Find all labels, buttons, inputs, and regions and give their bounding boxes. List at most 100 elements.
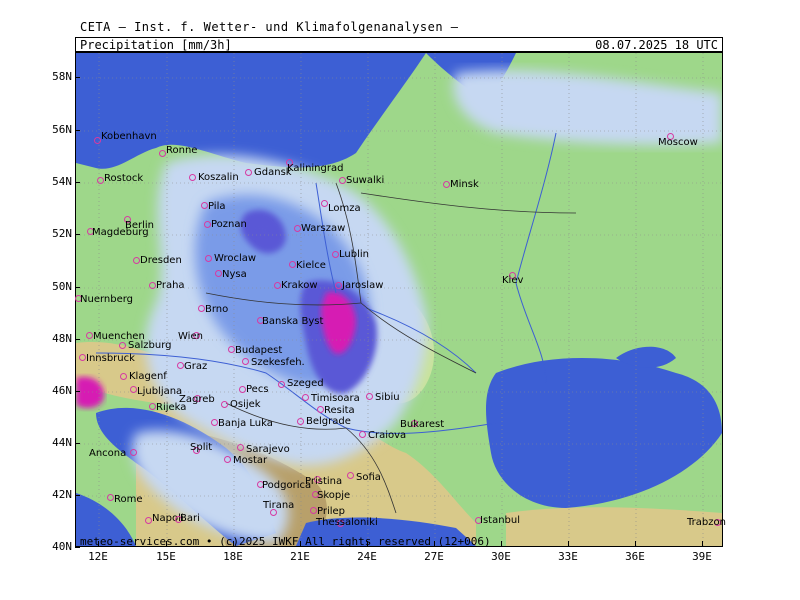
lon-tick bbox=[501, 541, 502, 546]
lon-label: 36E bbox=[625, 550, 645, 563]
city-marker bbox=[130, 386, 137, 393]
city-marker bbox=[107, 494, 114, 501]
city-label: Gdansk bbox=[254, 167, 292, 178]
city-label: Nysa bbox=[222, 269, 247, 280]
city-label: Prilep bbox=[317, 506, 346, 517]
city-label: Pila bbox=[208, 201, 226, 212]
city-marker bbox=[359, 431, 366, 438]
city-label: Wien bbox=[178, 331, 203, 342]
city-marker bbox=[239, 386, 246, 393]
city-label: Banja Luka bbox=[218, 418, 273, 429]
city-label: Salzburg bbox=[128, 340, 172, 351]
lat-tick bbox=[75, 182, 80, 183]
city-marker bbox=[278, 381, 285, 388]
city-label: Warszaw bbox=[301, 223, 346, 234]
lat-tick bbox=[75, 77, 80, 78]
title-left: Precipitation_[mm/3h] bbox=[80, 38, 232, 52]
city-marker bbox=[149, 403, 156, 410]
city-marker bbox=[145, 517, 152, 524]
city-marker bbox=[86, 332, 93, 339]
city-label: Kaliningrad bbox=[287, 163, 344, 174]
city-label: Koszalin bbox=[198, 172, 239, 183]
city-marker bbox=[294, 225, 301, 232]
city-label: Sibiu bbox=[375, 392, 400, 403]
title-bar: Precipitation_[mm/3h] 08.07.2025 18 UTC bbox=[75, 37, 723, 52]
lon-tick bbox=[635, 541, 636, 546]
city-label: Podgorica bbox=[262, 480, 312, 491]
city-marker bbox=[204, 221, 211, 228]
city-label: Innsbruck bbox=[86, 353, 135, 364]
city-label: Skopje bbox=[317, 490, 351, 501]
city-marker bbox=[149, 282, 156, 289]
city-label: Rijeka bbox=[156, 402, 187, 413]
lon-tick bbox=[568, 541, 569, 546]
city-marker bbox=[211, 419, 218, 426]
lat-label: 48N bbox=[52, 332, 72, 345]
city-label: Craiova bbox=[368, 430, 407, 441]
city-label: Suwalki bbox=[346, 175, 385, 186]
city-marker bbox=[274, 282, 281, 289]
city-label: Pecs bbox=[246, 384, 269, 395]
city-label: Brno bbox=[205, 304, 229, 315]
city-marker bbox=[133, 257, 140, 264]
copyright-credit: meteo-services.com • (c)2025 IWKF All ri… bbox=[80, 535, 491, 548]
lat-label: 44N bbox=[52, 436, 72, 449]
city-marker bbox=[177, 362, 184, 369]
city-marker bbox=[201, 202, 208, 209]
city-label: Mostar bbox=[233, 455, 268, 466]
city-marker bbox=[79, 354, 86, 361]
city-label: Rome bbox=[114, 494, 143, 505]
lat-tick bbox=[75, 130, 80, 131]
city-marker bbox=[339, 177, 346, 184]
lon-label: 30E bbox=[491, 550, 511, 563]
city-label: Krakow bbox=[281, 280, 318, 291]
city-marker bbox=[245, 169, 252, 176]
city-marker bbox=[94, 137, 101, 144]
city-label: Ancona bbox=[89, 448, 127, 459]
city-marker bbox=[317, 406, 324, 413]
city-marker bbox=[321, 200, 328, 207]
city-marker bbox=[366, 393, 373, 400]
city-label: Kielce bbox=[296, 260, 326, 271]
lat-label: 40N bbox=[52, 540, 72, 553]
city-label: Klagenf bbox=[129, 371, 167, 382]
city-marker bbox=[205, 255, 212, 262]
city-label: Poznan bbox=[211, 219, 247, 230]
map-frame bbox=[75, 52, 723, 547]
city-marker bbox=[159, 150, 166, 157]
precipitation-map bbox=[76, 53, 722, 546]
lat-label: 52N bbox=[52, 227, 72, 240]
lon-label: 27E bbox=[424, 550, 444, 563]
title-unit: [mm/3h] bbox=[181, 38, 232, 52]
city-label: Sarajevo bbox=[246, 444, 290, 455]
lon-label: 24E bbox=[357, 550, 377, 563]
lon-label: 21E bbox=[290, 550, 310, 563]
lon-label: 18E bbox=[223, 550, 243, 563]
city-label: Thessaloniki bbox=[316, 517, 378, 528]
city-marker bbox=[335, 282, 342, 289]
city-label: Sofia bbox=[356, 472, 381, 483]
city-marker bbox=[289, 261, 296, 268]
city-label: Belgrade bbox=[306, 416, 351, 427]
city-label: Graz bbox=[184, 361, 208, 372]
lon-label: 12E bbox=[88, 550, 108, 563]
city-label: Budapest bbox=[235, 345, 283, 356]
city-marker bbox=[215, 270, 222, 277]
city-label: Moscow bbox=[658, 137, 698, 148]
lon-label: 39E bbox=[692, 550, 712, 563]
city-label: Szekesfeh. bbox=[251, 357, 305, 368]
city-label: Banska Byst bbox=[262, 316, 324, 327]
title-variable: Precipitation bbox=[80, 38, 174, 52]
city-label: Lomza bbox=[328, 203, 361, 214]
city-marker bbox=[228, 346, 235, 353]
city-label: Bukarest bbox=[400, 419, 445, 430]
lat-tick bbox=[75, 339, 80, 340]
city-label: Timisoara bbox=[311, 393, 360, 404]
city-label: Kiev bbox=[502, 275, 524, 286]
lat-tick bbox=[75, 495, 80, 496]
city-marker bbox=[242, 358, 249, 365]
city-marker bbox=[97, 177, 104, 184]
city-label: Istanbul bbox=[480, 515, 521, 526]
city-label: Szeged bbox=[287, 378, 324, 389]
city-marker bbox=[120, 373, 127, 380]
